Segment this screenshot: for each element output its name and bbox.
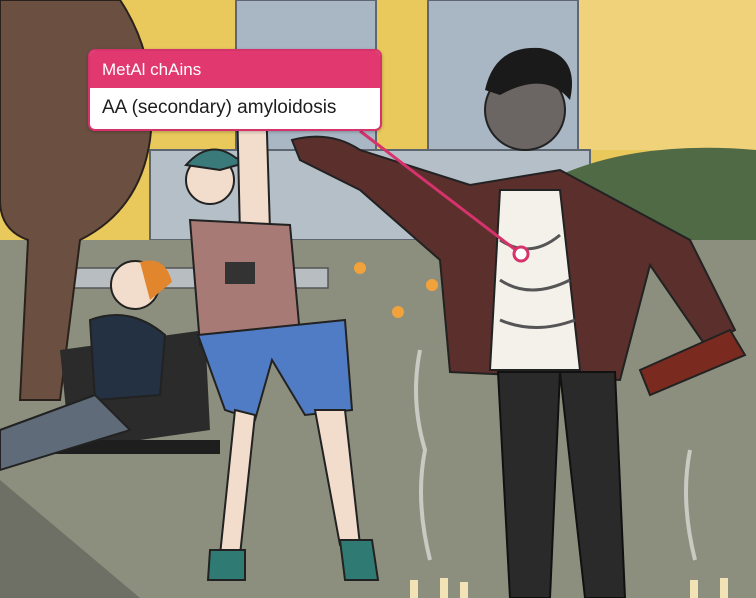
callout-title: MetAl chAins (90, 51, 380, 88)
candle (720, 578, 728, 598)
pointer-dot-icon (512, 245, 530, 263)
candle (690, 580, 698, 598)
sky-right (560, 0, 756, 150)
binoculars (225, 262, 255, 284)
candle (460, 582, 468, 598)
spark (354, 262, 366, 274)
candle (410, 580, 418, 598)
rocker-left-leg (496, 371, 562, 598)
spark (426, 279, 438, 291)
illustration-stage: MetAl chAins AA (secondary) amyloidosis (0, 0, 756, 598)
candle (440, 578, 448, 598)
seated-person-shirt (88, 314, 167, 402)
annotation-callout: MetAl chAins AA (secondary) amyloidosis (88, 49, 382, 131)
dancer-right-shoe (338, 539, 380, 581)
callout-label: AA (secondary) amyloidosis (102, 97, 337, 118)
dancer-left-shoe (206, 549, 246, 581)
spark (392, 306, 404, 318)
